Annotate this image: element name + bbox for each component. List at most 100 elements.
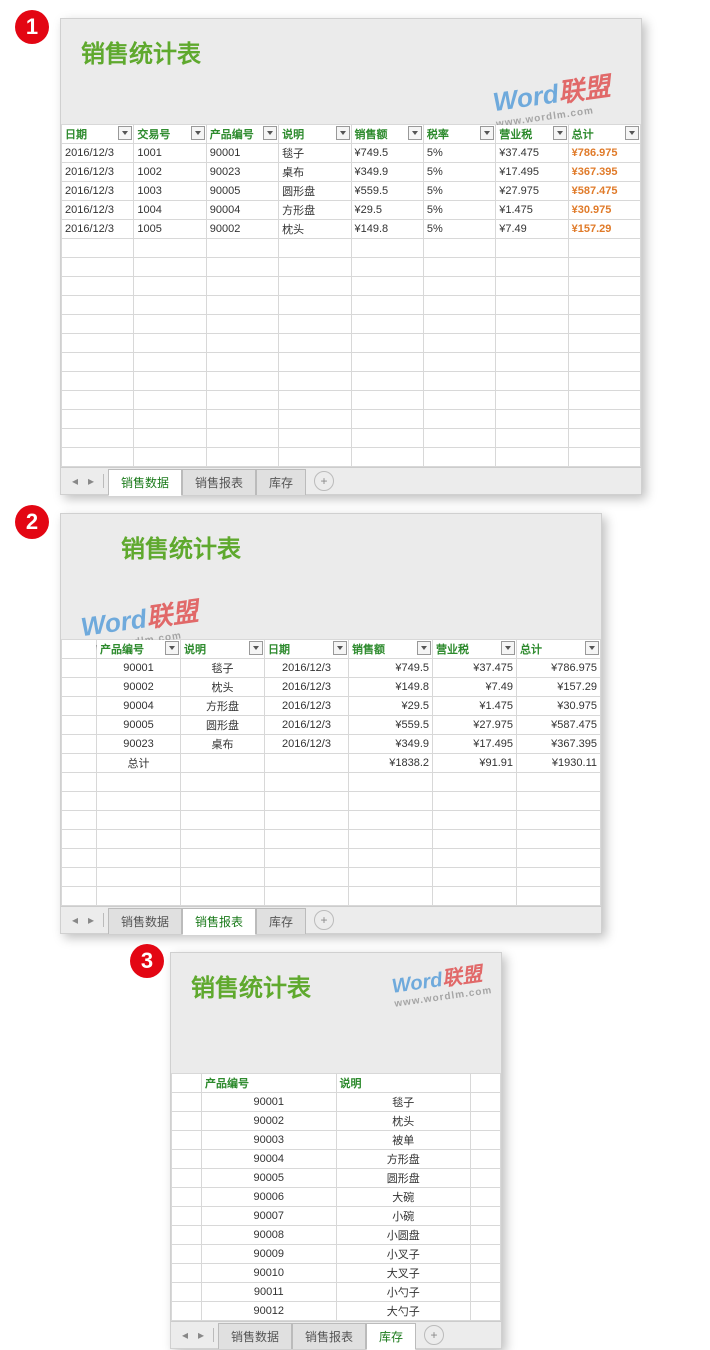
tab-sales-report[interactable]: 销售报表 <box>292 1323 366 1349</box>
panel-title: 销售统计表 <box>81 41 201 68</box>
table-row[interactable]: 90005圆形盘2016/12/3¥559.5¥27.975¥587.475 <box>62 716 601 735</box>
tab-sales-report[interactable]: 销售报表 <box>182 908 256 935</box>
sales-report-table: 产品编号 说明 日期 销售额 营业税 总计 90001毯子2016/12/3¥7… <box>61 639 601 906</box>
table-row[interactable]: 90010大叉子 <box>172 1264 501 1283</box>
step-badge-1: 1 <box>15 10 49 44</box>
filter-icon[interactable] <box>263 126 277 140</box>
sales-data-table: 日期 交易号 产品编号 说明 销售额 税率 营业税 总计 2016/12/310… <box>61 124 641 467</box>
tab-inventory[interactable]: 库存 <box>256 469 306 495</box>
tab-sales-report[interactable]: 销售报表 <box>182 469 256 495</box>
empty-row[interactable] <box>62 334 641 353</box>
table-row[interactable]: 2016/12/3100590002枕头¥149.85%¥7.49¥157.29 <box>62 220 641 239</box>
col-biztax[interactable]: 营业税 <box>496 125 568 144</box>
empty-row[interactable] <box>62 811 601 830</box>
empty-row[interactable] <box>62 887 601 906</box>
panel-sales-data: Word联盟 www.wordlm.com 销售统计表 日期 交易号 产品编号 … <box>60 18 642 495</box>
table-row[interactable]: 90002枕头 <box>172 1112 501 1131</box>
table-row[interactable]: 90005圆形盘 <box>172 1169 501 1188</box>
nav-next-icon[interactable]: ▸ <box>84 474 98 488</box>
table-row[interactable]: 2016/12/3100490004方形盘¥29.55%¥1.475¥30.97… <box>62 201 641 220</box>
empty-row[interactable] <box>62 773 601 792</box>
col-desc[interactable]: 说明 <box>279 125 351 144</box>
empty-row[interactable] <box>62 315 641 334</box>
filter-icon[interactable] <box>336 126 350 140</box>
col-biztax[interactable]: 营业税 <box>433 640 517 659</box>
nav-next-icon[interactable]: ▸ <box>194 1328 208 1342</box>
nav-prev-icon[interactable]: ◂ <box>178 1328 192 1342</box>
col-trans[interactable]: 交易号 <box>134 125 206 144</box>
filter-icon[interactable] <box>249 641 263 655</box>
col-prod[interactable]: 产品编号 <box>206 125 278 144</box>
panel-inventory: Word联盟 www.wordlm.com 销售统计表 产品编号 说明 9000… <box>170 952 502 1349</box>
col-date[interactable]: 日期 <box>62 125 134 144</box>
empty-row[interactable] <box>62 372 641 391</box>
empty-row[interactable] <box>62 391 641 410</box>
step-badge-2: 2 <box>15 505 49 539</box>
filter-icon[interactable] <box>118 126 132 140</box>
tab-inventory[interactable]: 库存 <box>366 1323 416 1350</box>
table-row[interactable]: 90008小圆盘 <box>172 1226 501 1245</box>
filter-icon[interactable] <box>333 641 347 655</box>
header-row: 产品编号 说明 <box>172 1074 501 1093</box>
empty-row[interactable] <box>62 239 641 258</box>
col-sales[interactable]: 销售额 <box>351 125 423 144</box>
panel-title: 销售统计表 <box>191 975 311 1002</box>
empty-row[interactable] <box>62 429 641 448</box>
filter-icon[interactable] <box>165 641 179 655</box>
nav-prev-icon[interactable]: ◂ <box>68 913 82 927</box>
table-row[interactable]: 90011小勺子 <box>172 1283 501 1302</box>
col-date[interactable]: 日期 <box>265 640 349 659</box>
filter-icon[interactable] <box>408 126 422 140</box>
filter-icon[interactable] <box>553 126 567 140</box>
tab-inventory[interactable]: 库存 <box>256 908 306 934</box>
table-row[interactable]: 90001毯子 <box>172 1093 501 1112</box>
col-desc[interactable]: 说明 <box>181 640 265 659</box>
header-row: 产品编号 说明 日期 销售额 营业税 总计 <box>62 640 601 659</box>
empty-row[interactable] <box>62 448 641 467</box>
table-row[interactable]: 90023桌布2016/12/3¥349.9¥17.495¥367.395 <box>62 735 601 754</box>
empty-row[interactable] <box>62 792 601 811</box>
table-row[interactable]: 90001毯子2016/12/3¥749.5¥37.475¥786.975 <box>62 659 601 678</box>
filter-icon[interactable] <box>625 126 639 140</box>
table-row[interactable]: 2016/12/3100190001毯子¥749.55%¥37.475¥786.… <box>62 144 641 163</box>
table-row[interactable]: 总计¥1838.2¥91.91¥1930.11 <box>62 754 601 773</box>
filter-icon[interactable] <box>585 641 599 655</box>
table-row[interactable]: 90006大碗 <box>172 1188 501 1207</box>
col-total[interactable]: 总计 <box>568 125 640 144</box>
col-sales[interactable]: 销售额 <box>349 640 433 659</box>
tab-sales-data[interactable]: 销售数据 <box>108 469 182 496</box>
col-total[interactable]: 总计 <box>517 640 601 659</box>
col-tax[interactable]: 税率 <box>423 125 495 144</box>
table-row[interactable]: 2016/12/3100390005圆形盘¥559.55%¥27.975¥587… <box>62 182 641 201</box>
table-row[interactable]: 90007小碗 <box>172 1207 501 1226</box>
tab-sales-data[interactable]: 销售数据 <box>218 1323 292 1349</box>
table-row[interactable]: 90004方形盘 <box>172 1150 501 1169</box>
filter-icon[interactable] <box>191 126 205 140</box>
table-row[interactable]: 90003被单 <box>172 1131 501 1150</box>
empty-row[interactable] <box>62 258 641 277</box>
filter-icon[interactable] <box>480 126 494 140</box>
empty-row[interactable] <box>62 868 601 887</box>
filter-icon[interactable] <box>417 641 431 655</box>
nav-prev-icon[interactable]: ◂ <box>68 474 82 488</box>
empty-row[interactable] <box>62 410 641 429</box>
table-row[interactable]: 2016/12/3100290023桌布¥349.95%¥17.495¥367.… <box>62 163 641 182</box>
table-row[interactable]: 90009小叉子 <box>172 1245 501 1264</box>
empty-row[interactable] <box>62 277 641 296</box>
col-prod: 产品编号 <box>202 1074 337 1093</box>
col-prod[interactable]: 产品编号 <box>97 640 181 659</box>
add-sheet-icon[interactable]: + <box>424 1325 444 1345</box>
table-row[interactable]: 90012大勺子 <box>172 1302 501 1321</box>
table-row[interactable]: 90002枕头2016/12/3¥149.8¥7.49¥157.29 <box>62 678 601 697</box>
empty-row[interactable] <box>62 849 601 868</box>
nav-next-icon[interactable]: ▸ <box>84 913 98 927</box>
table-row[interactable]: 90004方形盘2016/12/3¥29.5¥1.475¥30.975 <box>62 697 601 716</box>
add-sheet-icon[interactable]: + <box>314 910 334 930</box>
empty-row[interactable] <box>62 296 641 315</box>
add-sheet-icon[interactable]: + <box>314 471 334 491</box>
filter-icon[interactable] <box>501 641 515 655</box>
tab-sales-data[interactable]: 销售数据 <box>108 908 182 934</box>
empty-row[interactable] <box>62 353 641 372</box>
step-badge-3: 3 <box>130 944 164 978</box>
empty-row[interactable] <box>62 830 601 849</box>
